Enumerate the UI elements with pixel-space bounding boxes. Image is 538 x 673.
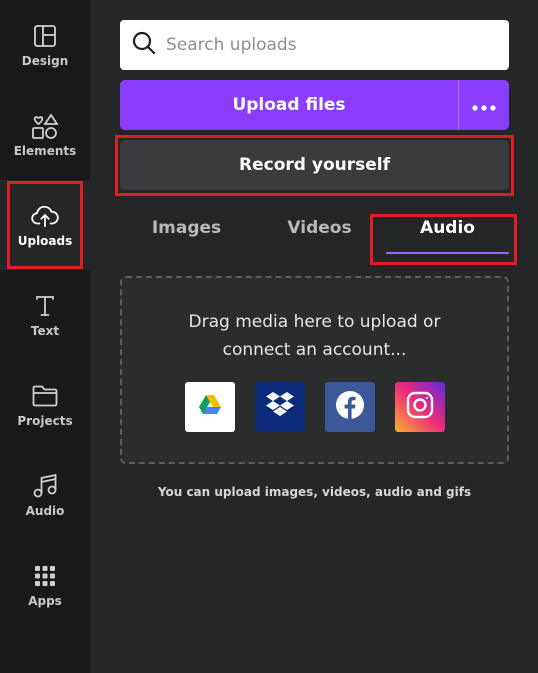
- dropbox-button[interactable]: [255, 382, 305, 432]
- upload-files-button[interactable]: Upload files: [120, 80, 458, 130]
- drop-zone-line-1: Drag media here to upload or: [188, 312, 441, 332]
- sidebar-item-label: Design: [21, 54, 69, 68]
- upload-hint-text: You can upload images, videos, audio and…: [157, 485, 472, 499]
- drop-zone-line-2: connect an account...: [222, 340, 407, 360]
- record-yourself-button[interactable]: Record yourself: [120, 140, 509, 190]
- google-drive-button[interactable]: [185, 382, 235, 432]
- tab-audio[interactable]: Audio: [386, 210, 509, 256]
- sidebar-item-text[interactable]: Text: [0, 270, 90, 360]
- side-nav: Design Elements Uploads Text Projects Au…: [0, 0, 90, 673]
- sidebar-item-label: Audio: [25, 504, 65, 518]
- drop-zone-text: Drag media here to upload or connect an …: [122, 308, 507, 364]
- media-tabs: Images Videos Audio: [120, 210, 509, 256]
- sidebar-item-label: Projects: [17, 414, 73, 428]
- cloud-upload-icon: [31, 202, 59, 230]
- instagram-icon: [406, 391, 434, 423]
- shapes-icon: [31, 112, 59, 140]
- music-note-icon: [31, 472, 59, 500]
- dropbox-icon: [265, 391, 295, 423]
- sidebar-item-design[interactable]: Design: [0, 0, 90, 90]
- instagram-button[interactable]: [395, 382, 445, 432]
- search-input[interactable]: [166, 35, 486, 55]
- sidebar-item-projects[interactable]: Projects: [0, 360, 90, 450]
- drop-zone[interactable]: Drag media here to upload or connect an …: [120, 276, 509, 464]
- upload-button-group: Upload files: [120, 80, 509, 130]
- layout-icon: [31, 22, 59, 50]
- facebook-button[interactable]: [325, 382, 375, 432]
- sidebar-item-apps[interactable]: Apps: [0, 540, 90, 630]
- facebook-icon: [335, 390, 365, 424]
- sidebar-item-uploads[interactable]: Uploads: [0, 180, 90, 270]
- sidebar-item-label: Apps: [28, 594, 62, 608]
- sidebar-item-audio[interactable]: Audio: [0, 450, 90, 540]
- sidebar-item-elements[interactable]: Elements: [0, 90, 90, 180]
- sidebar-item-label: Text: [30, 324, 60, 338]
- tab-videos[interactable]: Videos: [253, 210, 386, 256]
- text-icon: [31, 292, 59, 320]
- sidebar-item-label: Elements: [13, 144, 77, 158]
- tab-images[interactable]: Images: [120, 210, 253, 256]
- google-drive-icon: [198, 394, 222, 420]
- grid-icon: [31, 562, 59, 590]
- more-options-button[interactable]: [459, 80, 509, 130]
- folder-icon: [31, 382, 59, 410]
- search-box: [120, 20, 509, 70]
- more-horizontal-icon: [472, 96, 496, 115]
- sidebar-item-label: Uploads: [17, 234, 73, 248]
- search-icon: [132, 31, 156, 59]
